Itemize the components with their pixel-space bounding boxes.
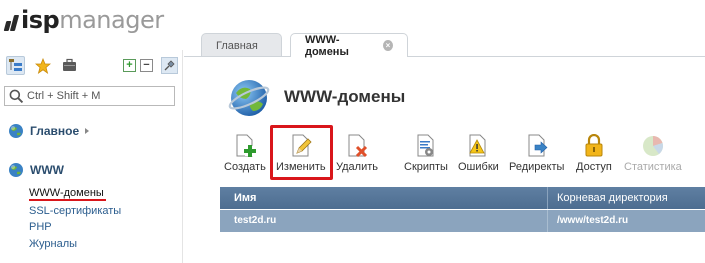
pin-button[interactable] — [161, 57, 178, 74]
cell-root-dir: /www/test2d.ru — [557, 215, 629, 226]
column-header-root-dir[interactable]: Корневая директория — [557, 192, 668, 204]
tree-view-icon — [9, 59, 22, 71]
tab-label: Главная — [216, 39, 258, 52]
redirect-icon — [528, 134, 548, 157]
collapse-all-button[interactable]: − — [140, 59, 153, 72]
table-header: Имя Корневая директория — [220, 187, 705, 209]
favorites-button[interactable] — [33, 56, 52, 75]
delete-button[interactable]: Удалить — [336, 133, 378, 177]
tree-view-button[interactable] — [6, 56, 25, 75]
tab-main[interactable]: Главная — [201, 33, 282, 57]
expand-all-button[interactable]: + — [123, 59, 136, 72]
statistics-button[interactable]: Статистика — [624, 133, 682, 177]
search-icon — [9, 89, 23, 103]
create-button[interactable]: Создать — [224, 133, 266, 177]
search-box[interactable] — [4, 86, 175, 106]
page-title: WWW-домены — [284, 87, 406, 106]
chevron-right-icon — [85, 128, 90, 134]
sidebar-section-main[interactable]: Главное — [8, 123, 91, 139]
tab-www-domains[interactable]: WWW-домены × — [290, 33, 408, 58]
errors-button[interactable]: Ошибки — [458, 133, 499, 177]
pie-chart-icon — [642, 136, 663, 156]
sidebar-item-php[interactable]: PHP — [29, 221, 52, 233]
sidebar-item-www-domains[interactable]: WWW-домены — [29, 187, 104, 199]
tab-label: WWW-домены — [305, 33, 349, 58]
sidebar-section-label: Главное — [30, 124, 80, 138]
warning-document-icon — [469, 134, 486, 157]
logo-mark-icon — [3, 9, 20, 31]
sidebar-item-logs[interactable]: Журналы — [29, 238, 77, 250]
redirects-button[interactable]: Редиректы — [509, 133, 564, 177]
lock-icon — [585, 134, 603, 157]
tasks-button[interactable] — [60, 56, 79, 75]
scripts-button[interactable]: Скрипты — [404, 133, 448, 177]
scripts-icon — [417, 134, 434, 157]
table-row[interactable]: test2d.ru /www/test2d.ru — [220, 210, 705, 232]
globe-icon — [9, 163, 23, 177]
ispmanager-logo: ispmanager — [3, 3, 164, 37]
access-button[interactable]: Доступ — [576, 133, 612, 177]
globe-icon — [9, 124, 23, 138]
sidebar: + − Главное — [0, 50, 183, 263]
tabs-divider — [184, 56, 705, 57]
active-item-underline — [29, 199, 106, 201]
briefcase-icon — [63, 58, 76, 71]
pin-icon — [164, 60, 175, 71]
sidebar-toolbar: + − — [6, 56, 178, 76]
search-input[interactable] — [27, 90, 167, 102]
cell-name: test2d.ru — [234, 215, 277, 226]
edit-button-highlight — [270, 125, 333, 180]
star-icon — [34, 57, 51, 74]
sidebar-section-label: WWW — [30, 163, 64, 177]
column-separator[interactable] — [547, 187, 548, 209]
column-separator — [547, 210, 548, 232]
logo-text: ispmanager — [21, 6, 164, 34]
sidebar-item-ssl[interactable]: SSL-сертификаты — [29, 205, 121, 217]
column-header-name[interactable]: Имя — [234, 192, 256, 204]
www-globe-icon — [228, 80, 270, 116]
sidebar-section-www[interactable]: WWW — [8, 162, 64, 178]
delete-document-icon — [348, 134, 368, 158]
close-icon[interactable]: × — [382, 40, 393, 51]
add-document-icon — [236, 134, 256, 157]
